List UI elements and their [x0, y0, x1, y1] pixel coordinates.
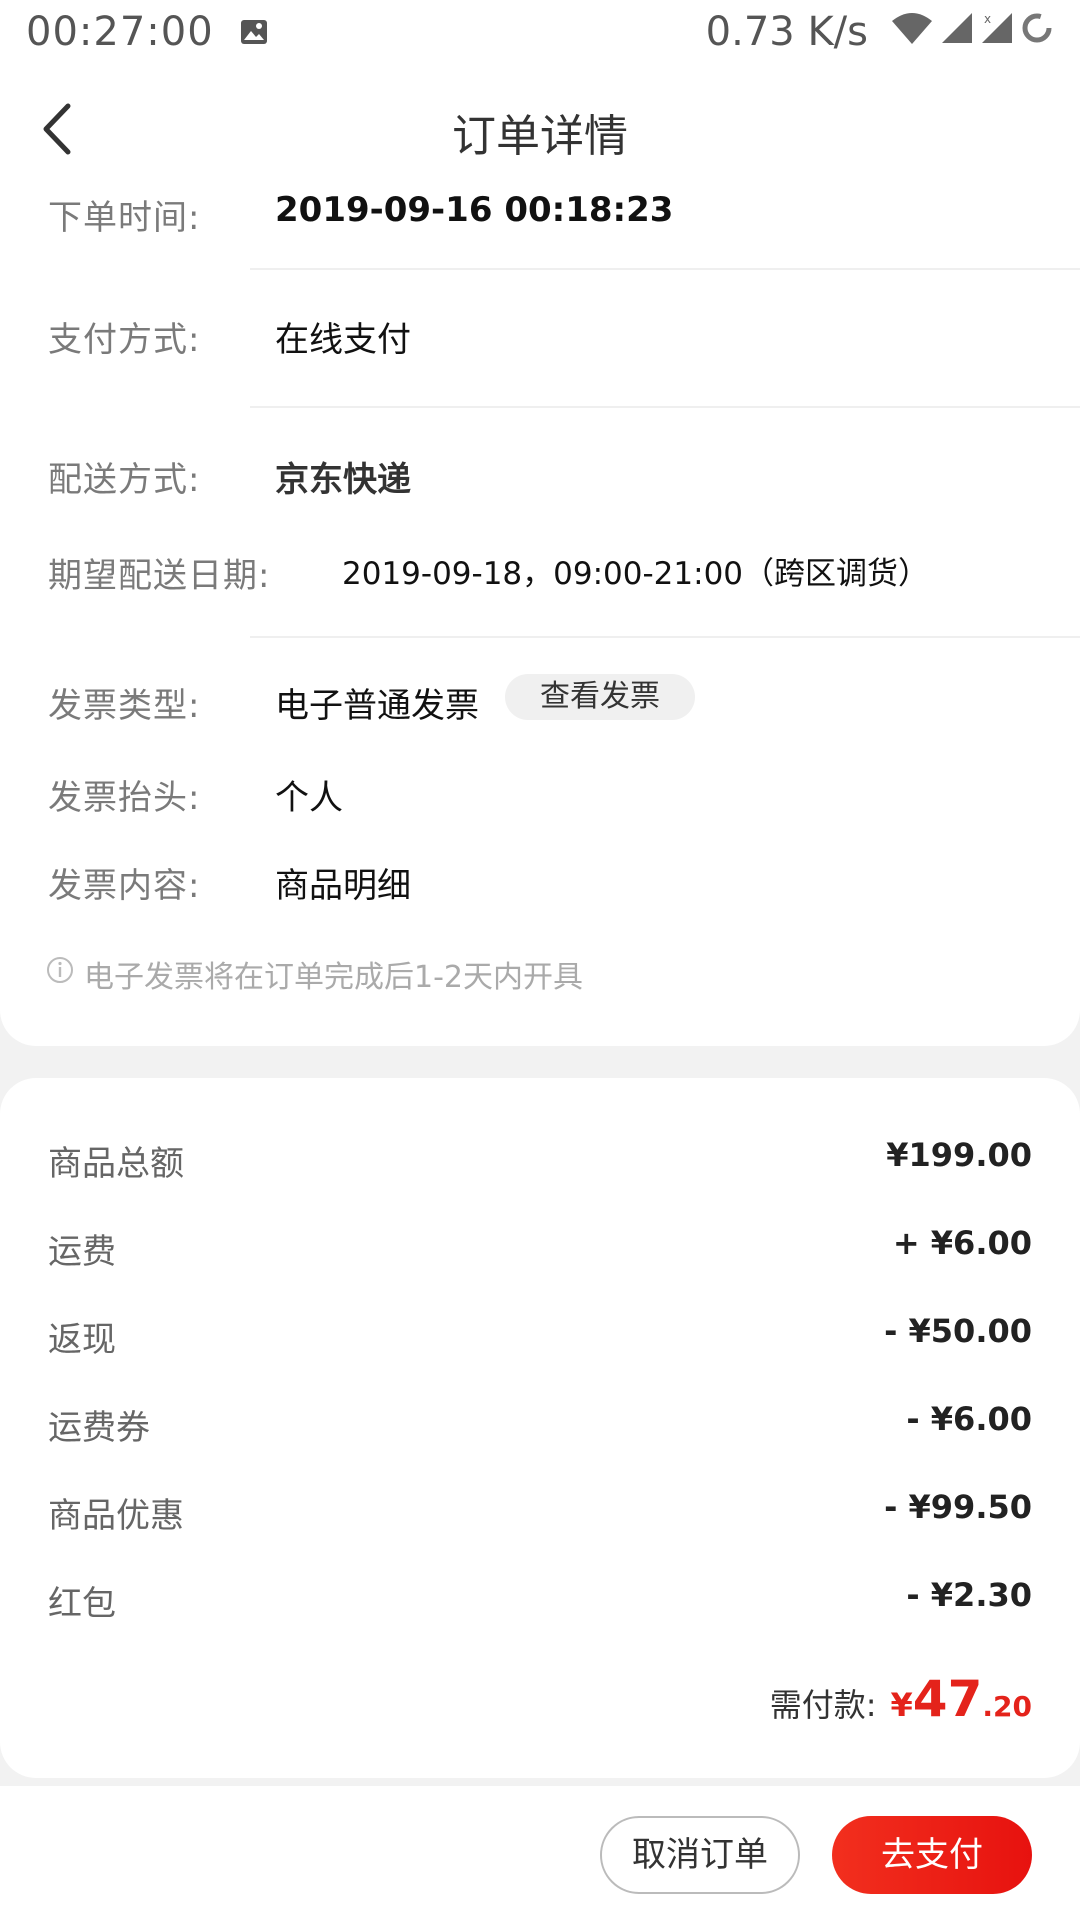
total-payable: 需付款: ¥ 47 .20 [770, 1670, 1032, 1728]
divider [250, 636, 1080, 638]
invoice-notice-text: 电子发票将在订单完成后1-2天内开具 [84, 960, 583, 995]
invoice-type-label: 发票类型: [48, 686, 201, 726]
fee-label: 商品总额 [48, 1144, 184, 1184]
status-right: 0.73 K/s x [706, 9, 1054, 55]
invoice-type-value: 电子普通发票 [275, 686, 479, 726]
fee-label: 返现 [48, 1320, 116, 1360]
net-speed: 0.73 K/s [705, 9, 868, 55]
order-time-label: 下单时间: [48, 198, 201, 238]
delivery-label: 配送方式: [48, 460, 201, 500]
status-time: 00:27:00 [26, 9, 214, 55]
delivery-value: 京东快递 [275, 460, 411, 500]
pay-method-label: 支付方式: [48, 320, 201, 360]
order-time-value: 2019-09-16 00:18:23 [275, 190, 674, 230]
page-title: 订单详情 [452, 111, 628, 162]
fee-amount: - ¥50.00 [884, 1312, 1032, 1350]
fee-row: 返现 - ¥50.00 [0, 1312, 1080, 1362]
svg-text:x: x [984, 12, 991, 26]
status-left: 00:27:00 [26, 9, 268, 55]
invoice-content-value: 商品明细 [275, 866, 411, 906]
invoice-title-label: 发票抬头: [48, 778, 201, 818]
info-icon [46, 956, 84, 992]
fee-row: 运费券 - ¥6.00 [0, 1400, 1080, 1450]
wifi-icon [884, 9, 934, 55]
invoice-content-label: 发票内容: [48, 866, 201, 906]
signal-x-icon: x [974, 9, 1014, 55]
loading-ring-icon [1014, 9, 1054, 55]
status-bar: 00:27:00 0.73 K/s x [0, 0, 1080, 64]
bottom-action-bar: 取消订单 去支付 [0, 1786, 1080, 1920]
pay-method-value: 在线支付 [275, 320, 411, 360]
fee-row: 红包 - ¥2.30 [0, 1576, 1080, 1626]
divider [250, 268, 1080, 270]
fee-label: 运费 [48, 1232, 116, 1272]
cancel-order-button[interactable]: 取消订单 [600, 1816, 800, 1894]
total-integer: 47 [912, 1670, 983, 1728]
total-decimal: .20 [982, 1690, 1032, 1723]
divider [250, 406, 1080, 408]
invoice-notice: 电子发票将在订单完成后1-2天内开具 [46, 952, 583, 996]
fee-label: 商品优惠 [48, 1496, 184, 1536]
fee-card: 商品总额 ¥199.00 运费 + ¥6.00 返现 - ¥50.00 运费券 … [0, 1078, 1080, 1778]
fee-row: 商品优惠 - ¥99.50 [0, 1488, 1080, 1538]
order-info-card: 下单时间: 2019-09-16 00:18:23 支付方式: 在线支付 配送方… [0, 190, 1080, 1046]
nav-header: 订单详情 [0, 64, 1080, 190]
signal-icon [934, 9, 974, 55]
total-currency: ¥ [890, 1686, 913, 1724]
image-icon [240, 9, 268, 55]
fee-amount: ¥199.00 [886, 1136, 1032, 1174]
fee-amount: + ¥6.00 [892, 1224, 1032, 1262]
fee-amount: - ¥99.50 [884, 1488, 1032, 1526]
fee-row: 商品总额 ¥199.00 [0, 1136, 1080, 1186]
expected-date-value: 2019-09-18，09:00-21:00（跨区调货） [342, 556, 930, 592]
invoice-title-value: 个人 [275, 778, 343, 818]
fee-label: 运费券 [48, 1408, 150, 1448]
fee-row: 运费 + ¥6.00 [0, 1224, 1080, 1274]
fee-amount: - ¥2.30 [906, 1576, 1032, 1614]
fee-label: 红包 [48, 1584, 116, 1624]
pay-button[interactable]: 去支付 [832, 1816, 1032, 1894]
view-invoice-button[interactable]: 查看发票 [505, 674, 695, 720]
total-label: 需付款: [769, 1686, 877, 1724]
expected-date-label: 期望配送日期: [48, 556, 271, 596]
fee-amount: - ¥6.00 [906, 1400, 1032, 1438]
